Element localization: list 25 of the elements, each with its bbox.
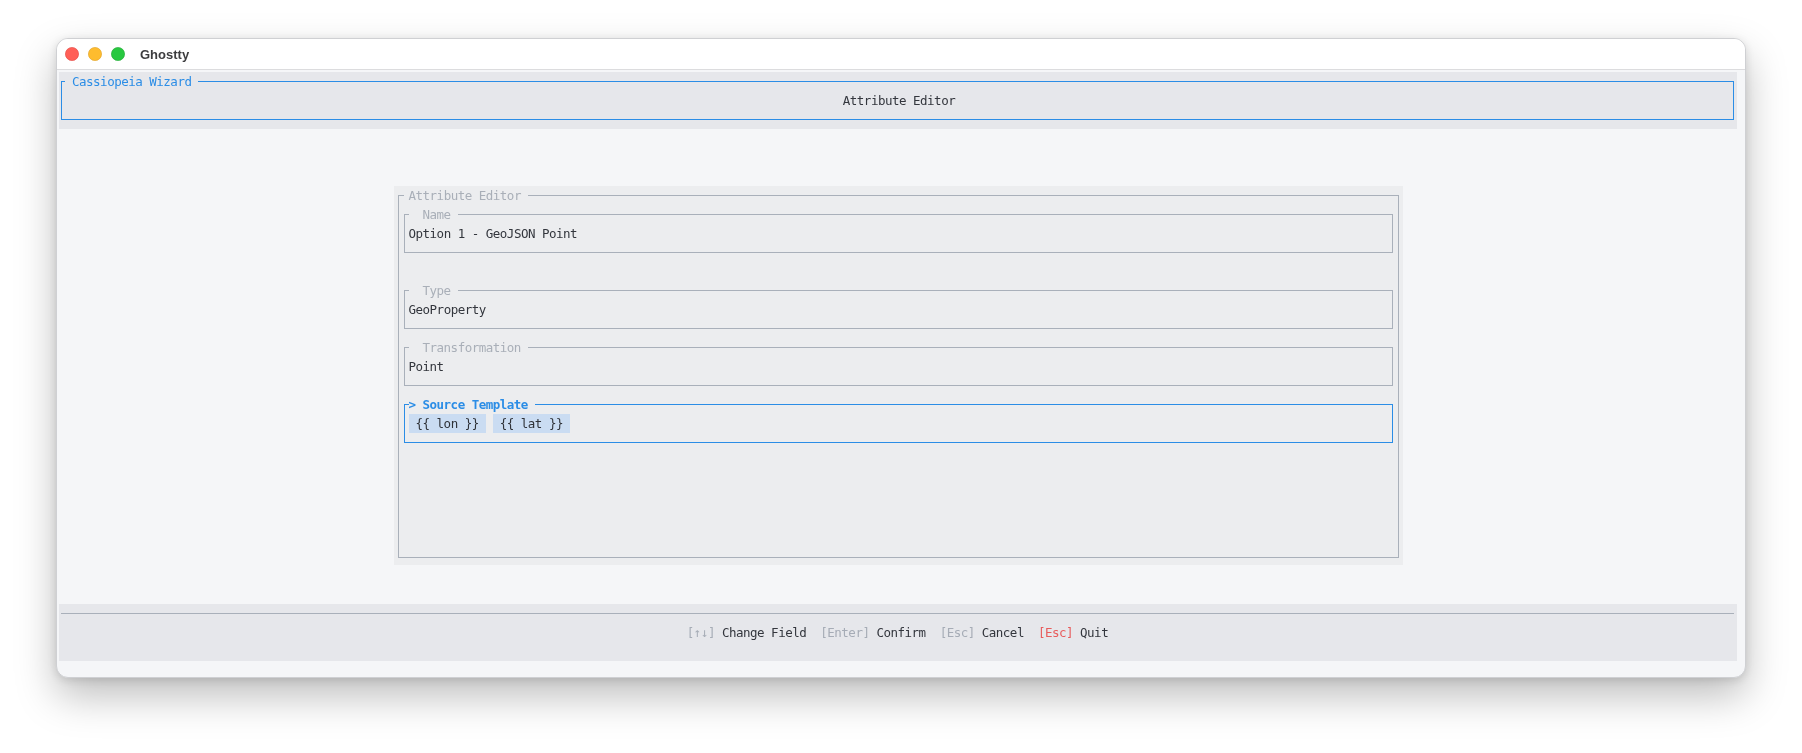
key-hint: [↑↓] bbox=[686, 624, 715, 642]
focus-marker: > bbox=[408, 397, 416, 412]
field-value: Option 1 - GeoJSON Point bbox=[408, 226, 578, 241]
window-title: Ghostty bbox=[140, 46, 190, 62]
maximize-icon[interactable] bbox=[111, 47, 125, 61]
close-icon[interactable] bbox=[65, 47, 79, 61]
field-label: Transformation bbox=[422, 340, 521, 355]
template-token[interactable]: {{ lat }} bbox=[492, 414, 570, 433]
key-hint: [Enter] bbox=[820, 624, 870, 642]
key-hint: [Esc] bbox=[939, 624, 975, 642]
minimize-icon[interactable] bbox=[88, 47, 102, 61]
key-hint: [Esc] bbox=[1037, 624, 1074, 642]
hint-label: Cancel bbox=[981, 624, 1024, 642]
template-token[interactable]: {{ lon }} bbox=[408, 414, 486, 433]
editor-title: Attribute Editor bbox=[408, 188, 521, 203]
hint-label: Confirm bbox=[876, 624, 926, 642]
field-label: Type bbox=[422, 283, 451, 298]
hint-label: Change Field bbox=[721, 624, 807, 642]
screen-title: Attribute Editor bbox=[842, 93, 956, 108]
app-name: Cassiopeia Wizard bbox=[72, 74, 192, 89]
field-value: Point bbox=[408, 359, 444, 374]
field-value: GeoProperty bbox=[408, 302, 486, 317]
field-label: Source Template bbox=[422, 397, 528, 412]
hint-label: Quit bbox=[1080, 624, 1109, 642]
field-label: Name bbox=[422, 207, 451, 222]
